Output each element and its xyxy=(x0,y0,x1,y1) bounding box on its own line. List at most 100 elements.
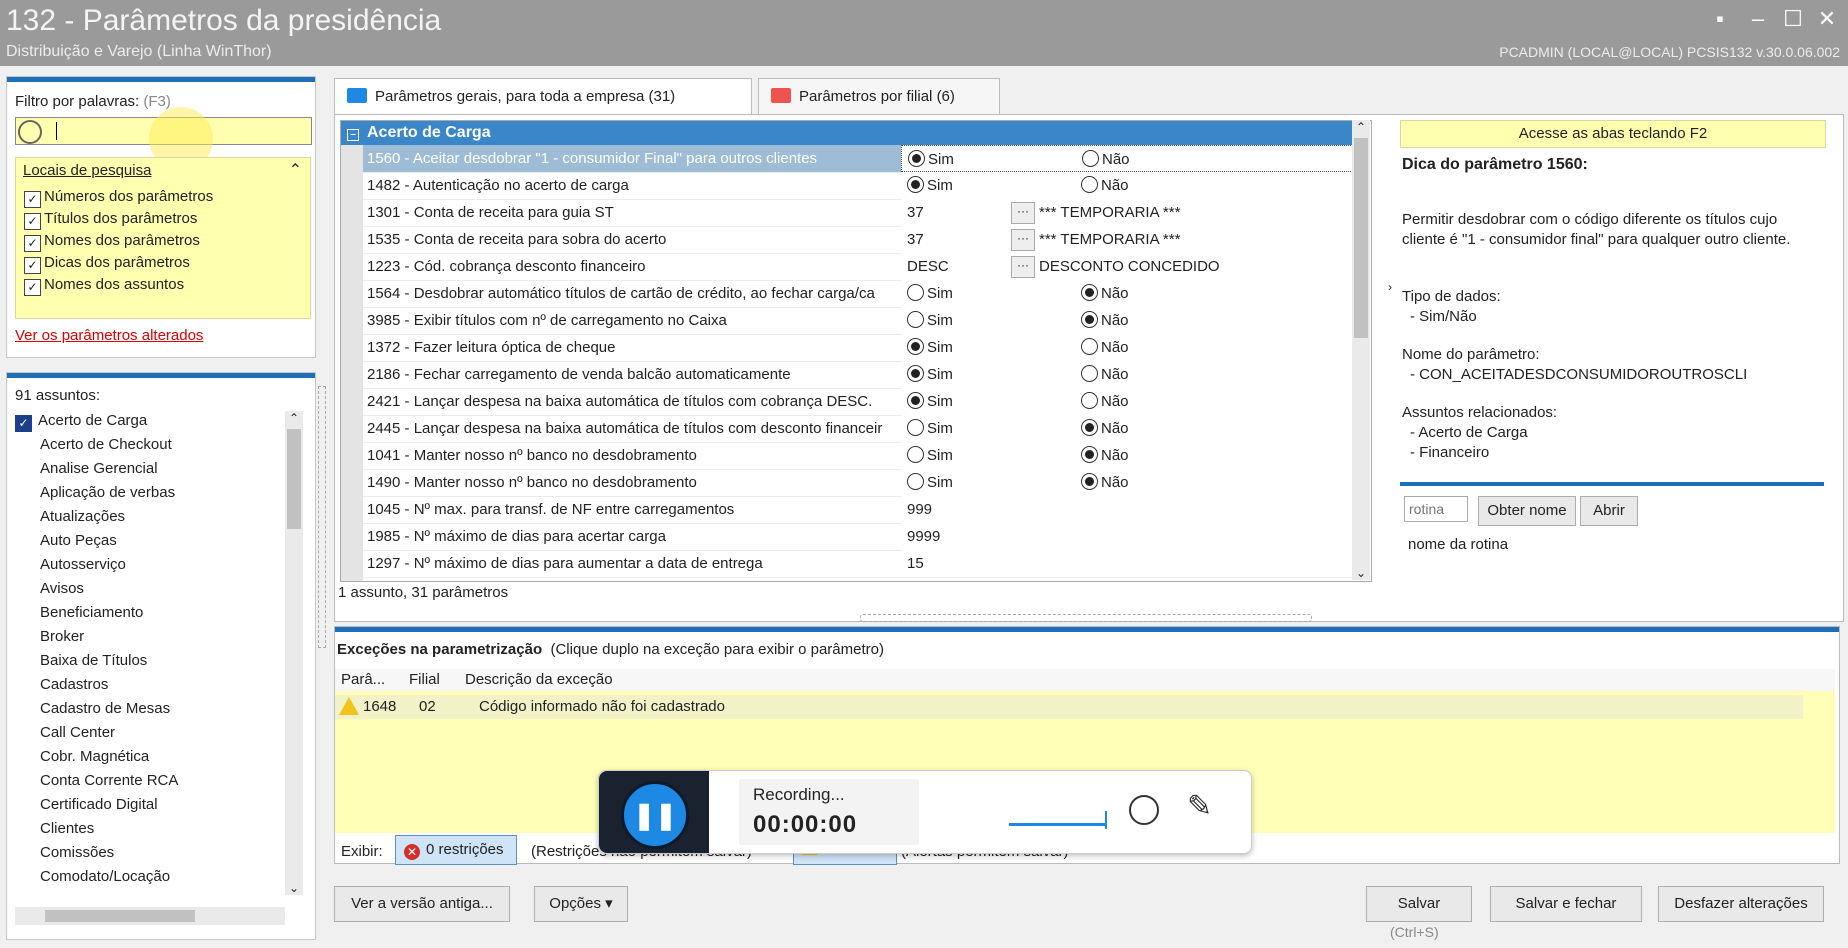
subject-item[interactable]: Conta Corrente RCA xyxy=(15,769,178,793)
radio-nao[interactable]: Não xyxy=(1081,307,1129,334)
param-row[interactable]: 2421 - Lançar despesa na baixa automátic… xyxy=(363,388,1363,416)
collapse-icon[interactable]: ⌃ xyxy=(289,160,302,180)
radio-icon[interactable] xyxy=(1082,150,1099,167)
radio-icon[interactable] xyxy=(907,176,924,193)
radio-sim[interactable]: Sim xyxy=(907,307,953,334)
save-close-button[interactable]: Salvar e fechar xyxy=(1490,886,1642,922)
param-value[interactable]: 15 xyxy=(907,550,924,577)
radio-icon[interactable] xyxy=(1081,176,1098,193)
changed-params-link[interactable]: Ver os parâmetros alterados xyxy=(15,327,203,344)
checkbox-icon[interactable]: ✓ xyxy=(24,191,41,208)
lookup-value[interactable]: 37 xyxy=(907,199,924,226)
param-row[interactable]: 1297 - Nº máximo de dias para aumentar a… xyxy=(363,550,1363,578)
param-value-cell[interactable]: Sim Não xyxy=(901,388,1361,415)
col-filial[interactable]: Filial xyxy=(409,669,440,691)
radio-sim[interactable]: Sim xyxy=(907,361,953,388)
param-row[interactable]: 1535 - Conta de receita para sobra do ac… xyxy=(363,226,1363,254)
radio-nao[interactable]: Não xyxy=(1081,415,1129,442)
col-description[interactable]: Descrição da exceção xyxy=(465,669,613,691)
hscroll-thumb[interactable] xyxy=(45,910,195,922)
tab-general-params[interactable]: Parâmetros gerais, para toda a empresa (… xyxy=(334,78,752,115)
radio-icon[interactable] xyxy=(907,419,924,436)
radio-sim[interactable]: Sim xyxy=(907,172,953,199)
subject-item[interactable]: Cadastro de Mesas xyxy=(15,697,170,721)
subject-item[interactable]: Analise Gerencial xyxy=(15,457,158,481)
collapse-group-icon[interactable]: – xyxy=(347,129,359,141)
subject-item[interactable]: Comissões xyxy=(15,841,114,865)
radio-icon[interactable] xyxy=(1081,365,1098,382)
subject-item[interactable]: Avisos xyxy=(15,577,84,601)
radio-icon[interactable] xyxy=(907,473,924,490)
checkbox-icon[interactable]: ✓ xyxy=(24,213,41,230)
subject-item[interactable]: Acerto de Checkout xyxy=(15,433,172,457)
subject-item[interactable]: Cobr. Magnética xyxy=(15,745,149,769)
radio-icon[interactable] xyxy=(908,150,925,167)
param-row[interactable]: 1041 - Manter nosso nº banco no desdobra… xyxy=(363,442,1363,470)
param-value-cell[interactable]: Sim Não xyxy=(901,280,1361,307)
pause-button[interactable]: ❚❚ xyxy=(621,781,689,849)
param-value-cell[interactable]: Sim Não xyxy=(901,415,1361,442)
routine-input[interactable] xyxy=(1404,496,1468,522)
ellipsis-button[interactable]: ··· xyxy=(1011,256,1035,278)
param-value[interactable]: 9999 xyxy=(907,523,940,550)
checkbox-icon[interactable]: ✓ xyxy=(24,257,41,274)
radio-icon[interactable] xyxy=(1081,419,1098,436)
param-value-cell[interactable]: 9999 xyxy=(901,523,1361,550)
lookup-value[interactable]: 37 xyxy=(907,226,924,253)
radio-icon[interactable] xyxy=(907,392,924,409)
option-param-titles[interactable]: ✓ Títulos dos parâmetros xyxy=(24,210,197,230)
radio-icon[interactable] xyxy=(1081,284,1098,301)
lookup-value[interactable]: DESC xyxy=(907,253,949,280)
param-row[interactable]: 2445 - Lançar despesa na baixa automátic… xyxy=(363,415,1363,443)
radio-nao[interactable]: Não xyxy=(1081,172,1129,199)
radio-icon[interactable] xyxy=(1081,338,1098,355)
radio-nao[interactable]: Não xyxy=(1082,146,1130,173)
checkbox-icon[interactable]: ✓ xyxy=(24,235,41,252)
radio-icon[interactable] xyxy=(1081,392,1098,409)
radio-sim[interactable]: Sim xyxy=(907,469,953,496)
ellipsis-button[interactable]: ··· xyxy=(1011,229,1035,251)
radio-icon[interactable] xyxy=(907,284,924,301)
param-row[interactable]: 3985 - Exibir títulos com nº de carregam… xyxy=(363,307,1363,335)
options-button[interactable]: Opções ▾ xyxy=(534,886,628,922)
subject-item[interactable]: Broker xyxy=(15,625,84,649)
param-value-cell[interactable]: 999 xyxy=(901,496,1361,523)
radio-nao[interactable]: Não xyxy=(1081,442,1129,469)
minimize-button[interactable]: – xyxy=(1743,4,1773,34)
param-value-cell[interactable]: 15 xyxy=(901,550,1361,577)
radio-icon[interactable] xyxy=(907,446,924,463)
param-value-cell[interactable]: 37 ··· *** TEMPORARIA *** xyxy=(901,226,1361,253)
param-row[interactable]: 1301 - Conta de receita para guia ST 37 ··… xyxy=(363,199,1363,227)
radio-nao[interactable]: Não xyxy=(1081,361,1129,388)
radio-icon[interactable] xyxy=(1081,311,1098,328)
radio-sim[interactable]: Sim xyxy=(908,146,954,173)
param-value[interactable]: 999 xyxy=(907,496,932,523)
param-value-cell[interactable]: Sim Não xyxy=(901,442,1361,469)
param-row[interactable]: 1564 - Desdobrar automático títulos de c… xyxy=(363,280,1363,308)
param-row[interactable]: 2186 - Fechar carregamento de venda balc… xyxy=(363,361,1363,389)
radio-sim[interactable]: Sim xyxy=(907,388,953,415)
param-row[interactable]: 1985 - Nº máximo de dias para acertar ca… xyxy=(363,523,1363,551)
param-value-cell[interactable]: Sim Não xyxy=(901,307,1361,334)
param-value-cell[interactable]: Sim Não xyxy=(901,469,1361,496)
get-name-button[interactable]: Obter nome xyxy=(1478,496,1576,526)
group-header[interactable]: – Acerto de Carga xyxy=(341,121,1363,145)
subject-item[interactable]: Certificado Digital xyxy=(15,793,158,817)
scroll-thumb[interactable] xyxy=(287,429,301,529)
param-value-cell[interactable]: 37 ··· *** TEMPORARIA *** xyxy=(901,199,1361,226)
param-value-cell[interactable]: Sim Não xyxy=(901,172,1361,199)
subject-item[interactable]: Autosserviço xyxy=(15,553,126,577)
restrictions-button[interactable]: ✕ 0 restrições xyxy=(395,835,517,865)
subject-item[interactable]: Baixa de Títulos xyxy=(15,649,147,673)
old-version-button[interactable]: Ver a versão antiga... xyxy=(334,886,510,922)
radio-nao[interactable]: Não xyxy=(1081,280,1129,307)
radio-icon[interactable] xyxy=(907,311,924,328)
volume-slider[interactable] xyxy=(1009,823,1105,826)
subject-item[interactable]: Call Center xyxy=(15,721,115,745)
subject-item[interactable]: Aplicação de verbas xyxy=(15,481,175,505)
param-row[interactable]: 1560 - Aceitar desdobrar "1 - consumidor… xyxy=(363,145,1363,173)
param-value-cell[interactable]: Sim Não xyxy=(901,334,1361,361)
param-value-cell[interactable]: Sim Não xyxy=(901,361,1361,388)
maximize-button[interactable]: ☐ xyxy=(1778,4,1808,34)
option-param-tips[interactable]: ✓ Dicas dos parâmetros xyxy=(24,254,190,274)
